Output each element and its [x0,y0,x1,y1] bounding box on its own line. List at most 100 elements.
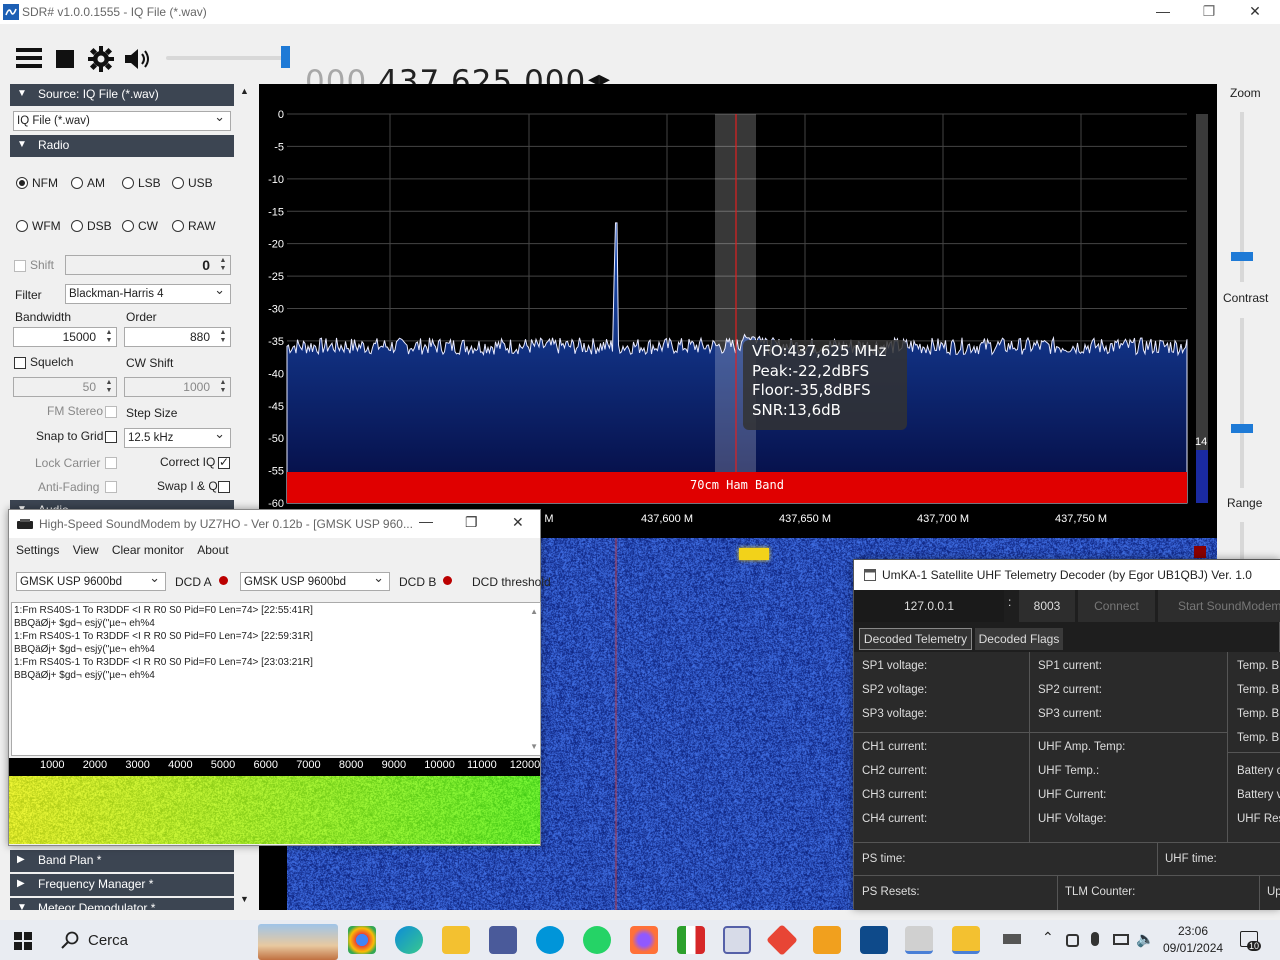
floppy-save-icon[interactable] [489,926,517,954]
log-scroll-down-icon[interactable]: ▼ [530,740,538,753]
anydesk-icon[interactable] [766,924,798,956]
taskbar-search-label[interactable]: Cerca [88,932,128,949]
edge-icon[interactable] [395,926,423,954]
lock-carrier-checkbox[interactable] [105,457,117,469]
mode-lsb-radio[interactable] [122,177,134,189]
fmstereo-checkbox[interactable] [105,406,117,418]
mode-dsb-radio[interactable] [71,220,83,232]
whatsapp-icon[interactable] [583,926,611,954]
sdr-app-icon[interactable] [860,926,888,954]
flash-app-icon[interactable] [813,926,841,954]
swap-iq-checkbox[interactable] [218,481,230,493]
zoom-slider-thumb[interactable] [1231,252,1253,261]
host-input[interactable]: 127.0.0.1 [854,590,1004,622]
clock-time[interactable]: 23:06 [1178,924,1208,938]
mode-cw-radio[interactable] [122,220,134,232]
umka-title-bar[interactable]: UmKA-1 Satellite UHF Telemetry Decoder (… [854,560,1280,590]
volume-slider-thumb[interactable] [281,46,290,68]
squelch-checkbox[interactable] [14,357,26,369]
volume-icon[interactable] [124,48,152,70]
order-spinner[interactable]: ▲ ▼ [217,329,229,345]
file-explorer-icon[interactable] [442,926,470,954]
correct-iq-checkbox[interactable] [218,455,230,469]
umka-decoder-window[interactable]: UmKA-1 Satellite UHF Telemetry Decoder (… [853,559,1280,910]
network-icon[interactable] [1113,934,1129,945]
scroll-up-arrow-icon[interactable]: ▲ [240,86,249,96]
mode-nfm-radio[interactable] [16,177,28,189]
squelch-spinner[interactable]: ▲ ▼ [103,379,115,395]
stop-icon[interactable] [56,50,74,68]
modem-b-select[interactable]: GMSK USP 9600bd [240,569,390,591]
contrast-slider[interactable] [1240,318,1244,488]
gear-icon[interactable] [88,46,114,72]
soundmodem-maximize-button[interactable]: ❐ [465,514,478,531]
soundmodem-window[interactable]: High-Speed SoundModem by UZ7HO - Ver 0.1… [8,509,551,846]
firefox-icon[interactable] [630,926,658,954]
bandwidth-input[interactable]: 15000 ▲ ▼ [13,327,117,347]
soundmodem-title-bar[interactable]: High-Speed SoundModem by UZ7HO - Ver 0.1… [9,510,540,538]
mode-wfm-radio[interactable] [16,220,28,232]
menu-about[interactable]: About [197,543,228,557]
soundmodem-close-button[interactable]: ✕ [512,514,524,531]
shift-spinner[interactable]: ▲ ▼ [217,257,229,273]
tab-decoded-flags[interactable]: Decoded Flags [975,628,1063,650]
shift-checkbox[interactable] [14,260,26,272]
radio-section-header[interactable]: Radio [10,135,234,157]
filter-select[interactable]: Blackman-Harris 4 [65,281,231,304]
menu-icon[interactable] [16,48,42,68]
source-section-header[interactable]: Source: IQ File (*.wav) [10,84,234,106]
tab-decoded-telemetry[interactable]: Decoded Telemetry [859,628,972,650]
close-button[interactable]: ✕ [1232,0,1278,24]
search-highlight-image[interactable] [258,924,338,960]
cwshift-input[interactable]: 1000 ▲ ▼ [124,377,231,397]
cwshift-spinner[interactable]: ▲ ▼ [217,379,229,395]
scroll-down-arrow-icon[interactable]: ▼ [240,894,249,904]
soundmodem-minimize-button[interactable]: — [419,513,433,529]
meteor-demodulator-section-header[interactable]: Meteor Demodulator * [10,898,234,910]
microphone-icon[interactable] [1091,932,1099,946]
monitor-log[interactable]: 1:Fm RS40S-1 To R3DDF <I R R0 S0 Pid=F0 … [11,602,541,756]
range-slider[interactable] [1240,522,1244,562]
volume-slider[interactable] [166,56,290,60]
menu-settings[interactable]: Settings [16,543,59,557]
frequency-manager-section-header[interactable]: Frequency Manager * [10,874,234,896]
italy-app-icon[interactable] [677,926,705,954]
connect-button[interactable]: Connect [1078,590,1155,622]
windows-start-icon[interactable] [14,932,32,950]
log-scroll-up-icon[interactable]: ▲ [530,605,538,618]
tray-device-icon[interactable] [1066,934,1079,947]
tray-chevron-icon[interactable]: ⌃ [1042,929,1054,946]
spectrum-plot[interactable]: 0-5-10-15-20-25-30-35-40-45-50-55-60 M 43… [259,84,1217,538]
anti-fading-checkbox[interactable] [105,481,117,493]
menu-clear-monitor[interactable]: Clear monitor [112,543,184,557]
network-tool-icon[interactable] [723,926,751,954]
bandplan-section-header[interactable]: Band Plan * [10,850,234,872]
maximize-button[interactable]: ❐ [1186,0,1232,24]
port-input[interactable]: 8003 [1019,590,1075,622]
mode-raw-radio[interactable] [172,220,184,232]
keyboard-icon[interactable] [1003,934,1021,944]
bandwidth-spinner[interactable]: ▲ ▼ [103,329,115,345]
squelch-input[interactable]: 50 ▲ ▼ [13,377,117,397]
shift-input[interactable]: 0 ▲ ▼ [65,255,231,275]
order-input[interactable]: 880 ▲ ▼ [124,327,231,347]
mode-usb-radio[interactable] [172,177,184,189]
modem-a-select[interactable]: GMSK USP 9600bd [16,569,166,591]
terminal-folder-icon[interactable] [952,926,980,954]
spectrum-analyzer[interactable]: 0 -5 -10 -15 -20 -25 -30 -35 -40 -45 -50 -55 -60 M 43… [259,84,1217,538]
mode-am-radio[interactable] [71,177,83,189]
java-app-icon[interactable] [905,926,933,954]
start-soundmodem-button[interactable]: Start SoundModem [1158,590,1280,622]
chrome-icon[interactable] [348,926,376,954]
skype-icon[interactable] [536,926,564,954]
snap-grid-checkbox[interactable] [105,431,117,443]
clock-date[interactable]: 09/01/2024 [1163,941,1223,955]
step-size-select[interactable]: 12.5 kHz [124,425,231,448]
speaker-icon[interactable]: 🔈 [1136,930,1155,948]
menu-view[interactable]: View [73,543,99,557]
minimize-button[interactable]: — [1140,0,1186,24]
search-icon[interactable] [61,931,79,949]
contrast-slider-thumb[interactable] [1231,424,1253,433]
source-select[interactable]: IQ File (*.wav) [13,108,231,131]
audio-waterfall[interactable] [9,776,540,844]
